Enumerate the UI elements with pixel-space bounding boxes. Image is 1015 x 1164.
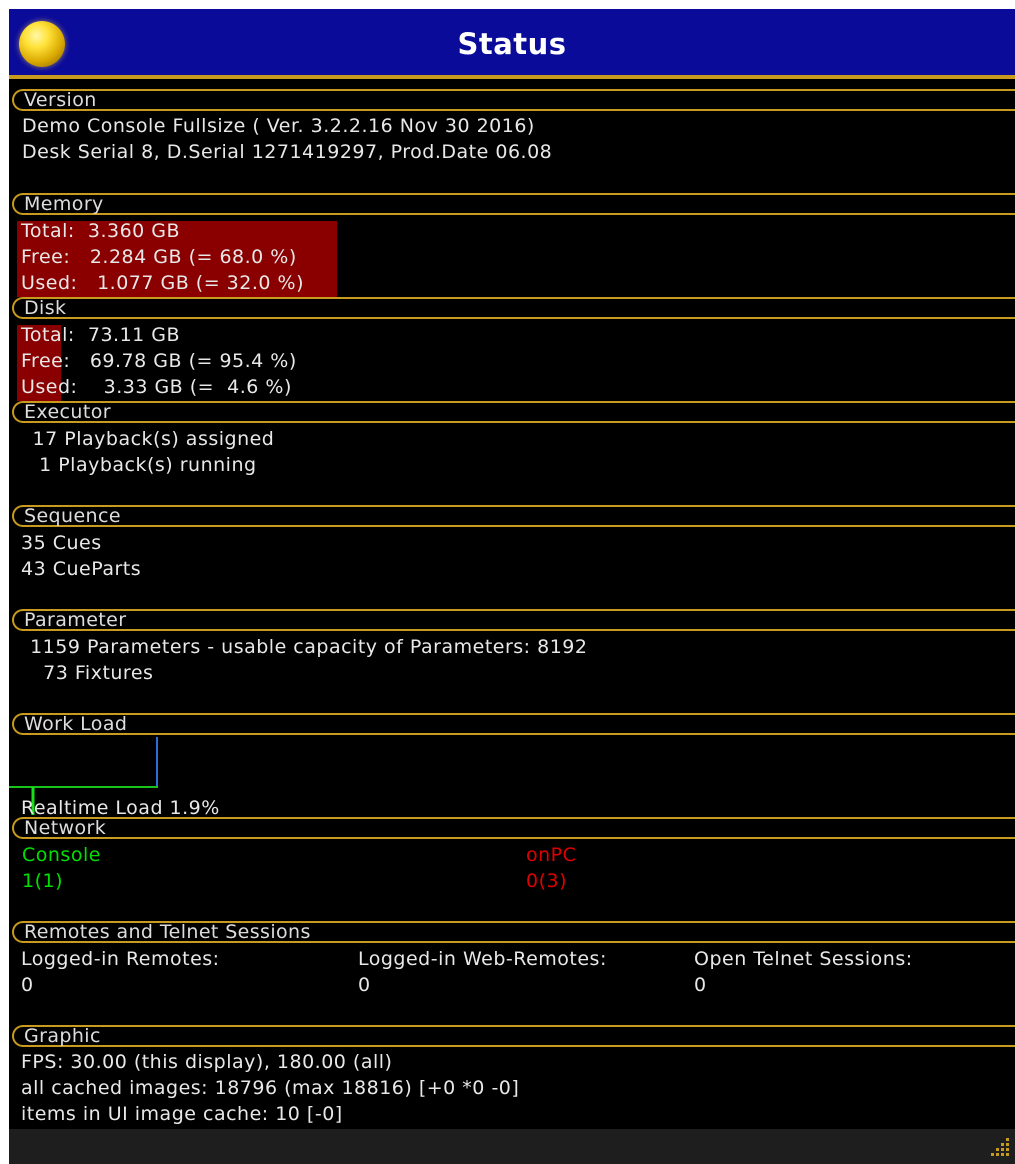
remotes-col3-value: 0 bbox=[694, 974, 707, 996]
disk-header: Disk bbox=[12, 297, 1015, 319]
remotes-col2-label: Logged-in Web-Remotes: bbox=[358, 948, 607, 970]
network-header: Network bbox=[12, 817, 1015, 839]
memory-header: Memory bbox=[12, 193, 1015, 215]
disk-total: Total: 73.11 GB bbox=[21, 324, 181, 346]
parameter-header: Parameter bbox=[12, 609, 1015, 631]
sequence-header-label: Sequence bbox=[24, 505, 121, 527]
remotes-col1-value: 0 bbox=[21, 974, 34, 996]
disk-free: Free: 69.78 GB (= 95.4 %) bbox=[21, 350, 297, 372]
remotes-col3-label: Open Telnet Sessions: bbox=[694, 948, 913, 970]
parameter-count: 1159 Parameters - usable capacity of Par… bbox=[17, 636, 588, 658]
workload-header-label: Work Load bbox=[24, 713, 128, 735]
graphic-header-label: Graphic bbox=[24, 1025, 101, 1047]
executor-assigned: 17 Playback(s) assigned bbox=[26, 428, 275, 450]
disk-used: Used: 3.33 GB (= 4.6 %) bbox=[21, 376, 292, 398]
disk-header-label: Disk bbox=[24, 297, 67, 319]
title-bar[interactable]: Status bbox=[9, 9, 1015, 79]
workload-header: Work Load bbox=[12, 713, 1015, 735]
parameter-header-label: Parameter bbox=[24, 609, 127, 631]
sequence-cues: 35 Cues bbox=[21, 532, 102, 554]
graphic-ui-cache: items in UI image cache: 10 [-0] bbox=[21, 1103, 343, 1125]
memory-header-label: Memory bbox=[24, 193, 104, 215]
sequence-header: Sequence bbox=[12, 505, 1015, 527]
serial-line: Desk Serial 8, D.Serial 1271419297, Prod… bbox=[22, 141, 553, 163]
remotes-header: Remotes and Telnet Sessions bbox=[12, 921, 1015, 943]
graphic-header: Graphic bbox=[12, 1025, 1015, 1047]
remotes-header-label: Remotes and Telnet Sessions bbox=[24, 921, 311, 943]
network-header-label: Network bbox=[24, 817, 107, 839]
network-console-value: 1(1) bbox=[22, 870, 64, 892]
remotes-col1-label: Logged-in Remotes: bbox=[21, 948, 220, 970]
memory-total: Total: 3.360 GB bbox=[21, 220, 181, 242]
memory-free: Free: 2.284 GB (= 68.0 %) bbox=[21, 246, 297, 268]
version-line: Demo Console Fullsize ( Ver. 3.2.2.16 No… bbox=[22, 115, 535, 137]
executor-running: 1 Playback(s) running bbox=[26, 454, 257, 476]
status-window: Status Version Demo Console Fullsize ( V… bbox=[9, 9, 1015, 1164]
window-title: Status bbox=[457, 27, 567, 61]
graphic-fps: FPS: 30.00 (this display), 180.00 (all) bbox=[21, 1051, 393, 1073]
remotes-col2-value: 0 bbox=[358, 974, 371, 996]
executor-header: Executor bbox=[12, 401, 1015, 423]
fixture-count: 73 Fixtures bbox=[17, 662, 154, 684]
sequence-cueparts: 43 CueParts bbox=[21, 558, 142, 580]
version-header-label: Version bbox=[24, 89, 97, 111]
network-onpc-label: onPC bbox=[526, 844, 577, 866]
network-onpc-value: 0(3) bbox=[526, 870, 568, 892]
resize-grip-icon[interactable] bbox=[991, 1138, 1009, 1156]
window-footer bbox=[9, 1129, 1015, 1164]
network-console-label: Console bbox=[22, 844, 101, 866]
memory-used: Used: 1.077 GB (= 32.0 %) bbox=[21, 272, 304, 294]
version-header: Version bbox=[12, 89, 1015, 111]
graphic-cached-images: all cached images: 18796 (max 18816) [+0… bbox=[21, 1077, 520, 1099]
executor-header-label: Executor bbox=[24, 401, 111, 423]
